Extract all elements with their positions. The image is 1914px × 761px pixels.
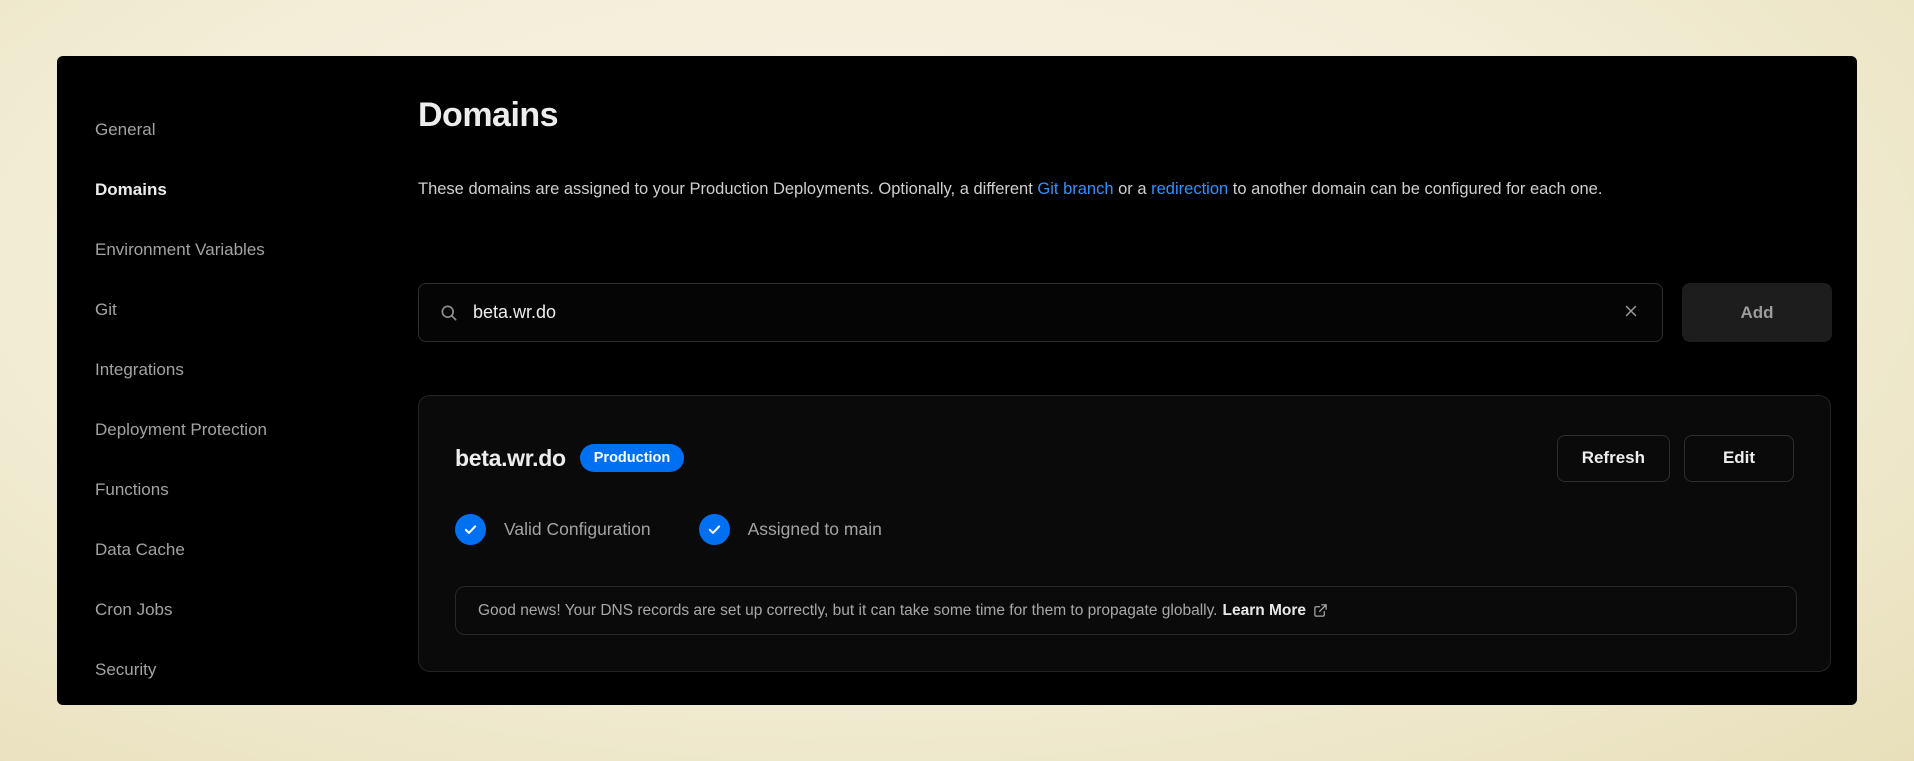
clear-input-button[interactable]	[1618, 298, 1644, 328]
description-text-middle: or a	[1114, 180, 1152, 198]
sidebar-item-integrations[interactable]: Integrations	[95, 340, 375, 400]
domain-card-header: beta.wr.do Production Refresh Edit	[455, 434, 1794, 482]
dns-notice: Good news! Your DNS records are set up c…	[455, 586, 1797, 635]
redirection-link[interactable]: redirection	[1151, 180, 1228, 198]
sidebar-item-environment-variables[interactable]: Environment Variables	[95, 220, 375, 280]
sidebar-item-data-cache[interactable]: Data Cache	[95, 520, 375, 580]
check-circle-icon	[699, 514, 730, 545]
production-badge: Production	[580, 444, 685, 472]
domain-input-container[interactable]	[418, 283, 1663, 342]
close-icon	[1622, 303, 1640, 325]
edit-button[interactable]: Edit	[1684, 435, 1794, 482]
dns-notice-text: Good news! Your DNS records are set up c…	[478, 602, 1218, 620]
description-text-before: These domains are assigned to your Produ…	[418, 180, 1037, 198]
refresh-button[interactable]: Refresh	[1557, 435, 1670, 482]
section-description: These domains are assigned to your Produ…	[418, 174, 1758, 205]
domain-card: beta.wr.do Production Refresh Edit Valid…	[418, 395, 1831, 672]
sidebar-item-deployment-protection[interactable]: Deployment Protection	[95, 400, 375, 460]
valid-configuration-status: Valid Configuration	[455, 514, 651, 545]
sidebar-item-cron-jobs[interactable]: Cron Jobs	[95, 580, 375, 640]
add-domain-row: Add	[418, 283, 1832, 342]
assigned-to-main-status: Assigned to main	[699, 514, 882, 545]
sidebar-item-domains[interactable]: Domains	[95, 160, 375, 220]
status-label: Assigned to main	[748, 519, 882, 540]
settings-panel: General Domains Environment Variables Gi…	[57, 56, 1857, 705]
search-icon	[439, 303, 459, 323]
page-title: Domains	[418, 96, 558, 135]
check-circle-icon	[455, 514, 486, 545]
git-branch-link[interactable]: Git branch	[1037, 180, 1113, 198]
external-link-icon	[1313, 603, 1328, 618]
sidebar-item-git[interactable]: Git	[95, 280, 375, 340]
domain-input[interactable]	[473, 302, 1618, 323]
domain-name: beta.wr.do	[455, 445, 566, 472]
domain-status-row: Valid Configuration Assigned to main	[455, 514, 882, 545]
sidebar-item-general[interactable]: General	[95, 100, 375, 160]
learn-more-link[interactable]: Learn More	[1223, 602, 1307, 620]
status-label: Valid Configuration	[504, 519, 651, 540]
settings-sidebar: General Domains Environment Variables Gi…	[95, 100, 375, 700]
add-domain-button[interactable]: Add	[1682, 283, 1832, 342]
domain-card-actions: Refresh Edit	[1557, 435, 1794, 482]
sidebar-item-security[interactable]: Security	[95, 640, 375, 700]
sidebar-item-functions[interactable]: Functions	[95, 460, 375, 520]
description-text-after: to another domain can be configured for …	[1228, 180, 1602, 198]
